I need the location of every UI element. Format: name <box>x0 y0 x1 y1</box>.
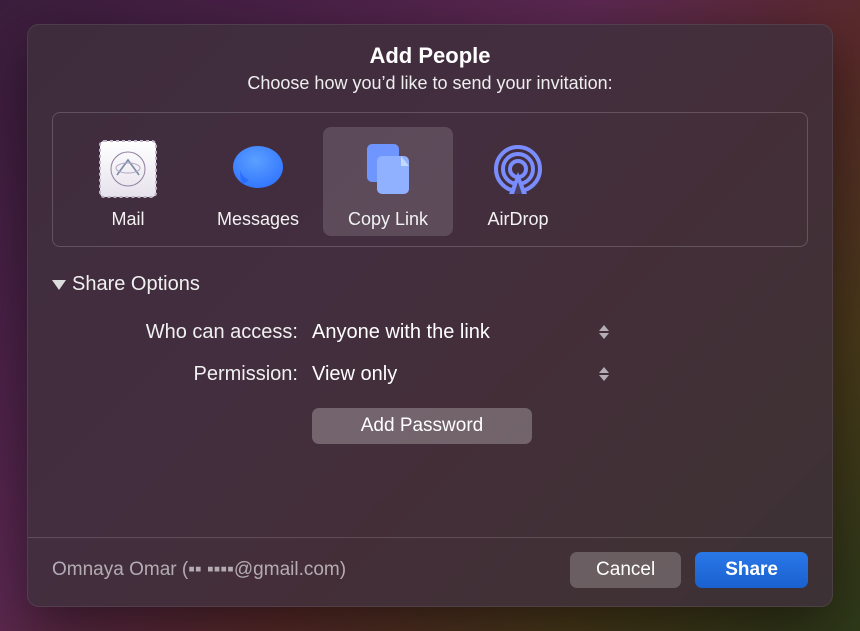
popup-stepper-icon <box>596 364 612 384</box>
account-identity: Omnaya Omar (▪▪ ▪▪▪▪@gmail.com) <box>52 559 556 581</box>
permission-value: View only <box>312 363 397 386</box>
add-password-button[interactable]: Add Password <box>312 408 532 444</box>
dialog-footer: Omnaya Omar (▪▪ ▪▪▪▪@gmail.com) Cancel S… <box>28 537 832 606</box>
share-options-disclosure[interactable]: Share Options <box>52 273 808 296</box>
share-method-messages[interactable]: Messages <box>193 127 323 236</box>
share-method-label: Mail <box>67 209 189 230</box>
messages-icon <box>224 135 292 203</box>
popup-stepper-icon <box>596 322 612 342</box>
who-can-access-popup[interactable]: Anyone with the link <box>312 318 612 346</box>
permission-label: Permission: <box>52 363 312 386</box>
add-people-dialog: Add People Choose how you’d like to send… <box>27 24 833 607</box>
permission-popup[interactable]: View only <box>312 360 612 388</box>
share-method-list: Mail Messages <box>52 112 808 247</box>
who-can-access-value: Anyone with the link <box>312 321 490 344</box>
share-method-label: AirDrop <box>457 209 579 230</box>
who-can-access-label: Who can access: <box>52 321 312 344</box>
dialog-subtitle: Choose how you’d like to send your invit… <box>52 73 808 94</box>
dialog-title: Add People <box>52 43 808 69</box>
share-options-form: Who can access: Anyone with the link Per… <box>52 318 808 444</box>
copy-link-icon <box>354 135 422 203</box>
share-method-airdrop[interactable]: AirDrop <box>453 127 583 236</box>
mail-stamp-icon <box>94 135 162 203</box>
share-button[interactable]: Share <box>695 552 808 588</box>
share-method-label: Messages <box>197 209 319 230</box>
share-method-copy-link[interactable]: Copy Link <box>323 127 453 236</box>
chevron-down-icon <box>52 280 66 290</box>
airdrop-icon <box>484 135 552 203</box>
share-method-mail[interactable]: Mail <box>63 127 193 236</box>
share-method-label: Copy Link <box>327 209 449 230</box>
share-options-label: Share Options <box>72 273 200 296</box>
cancel-button[interactable]: Cancel <box>570 552 681 588</box>
